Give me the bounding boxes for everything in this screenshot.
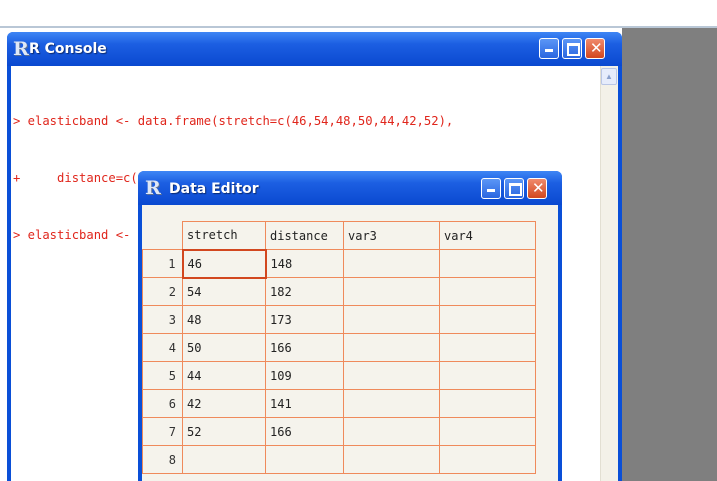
grid-cell[interactable]: [439, 277, 536, 306]
r-logo-icon: R: [13, 38, 29, 60]
r-console-title: R Console: [29, 41, 107, 57]
grid-cell[interactable]: [343, 361, 440, 390]
table-row: 8: [142, 445, 536, 474]
close-button[interactable]: ✕: [527, 178, 547, 199]
grid-cell[interactable]: [439, 389, 536, 418]
grid-cell[interactable]: [439, 333, 536, 362]
column-header[interactable]: distance: [265, 221, 344, 250]
data-editor-title: Data Editor: [169, 181, 259, 197]
grid-cell[interactable]: 50: [182, 333, 266, 362]
grid-cell[interactable]: [343, 389, 440, 418]
grid-cell[interactable]: 141: [265, 389, 344, 418]
table-row: 2 54 182: [142, 277, 536, 306]
grid-cell[interactable]: [343, 305, 440, 334]
grid-cell[interactable]: 182: [265, 277, 344, 306]
row-number[interactable]: 3: [142, 305, 183, 334]
grid-cell[interactable]: 148: [265, 249, 344, 278]
table-row: 5 44 109: [142, 361, 536, 390]
grid-cell[interactable]: [343, 417, 440, 446]
row-number[interactable]: 2: [142, 277, 183, 306]
table-row: 1 46 148: [142, 248, 536, 279]
grid-cell[interactable]: [343, 445, 440, 474]
top-window-strip: [0, 0, 717, 28]
column-header[interactable]: stretch: [182, 221, 266, 250]
grid-cell[interactable]: 166: [265, 333, 344, 362]
grid-cell[interactable]: [265, 445, 344, 474]
close-icon: ✕: [532, 179, 545, 197]
r-console-titlebar[interactable]: R R Console ✕: [7, 32, 622, 66]
table-row: 6 42 141: [142, 389, 536, 418]
maximize-button[interactable]: [562, 38, 582, 59]
column-header[interactable]: var3: [343, 221, 440, 250]
grid-cell[interactable]: [343, 249, 440, 278]
column-header[interactable]: var4: [439, 221, 536, 250]
grid-cell[interactable]: 48: [182, 305, 266, 334]
row-number[interactable]: 8: [142, 445, 183, 474]
close-button[interactable]: ✕: [585, 38, 605, 59]
grid-cell[interactable]: [439, 305, 536, 334]
row-number[interactable]: 1: [142, 249, 183, 278]
data-grid: stretch distance var3 var4 1 46 148 2 54…: [142, 221, 536, 474]
grid-cell[interactable]: 44: [182, 361, 266, 390]
desktop-background: [622, 28, 717, 481]
header-row: stretch distance var3 var4: [142, 221, 536, 250]
grid-cell[interactable]: [439, 445, 536, 474]
minimize-button[interactable]: [539, 38, 559, 59]
data-editor-window: R Data Editor ✕ stretch distance var3 va…: [138, 171, 562, 481]
minimize-button[interactable]: [481, 178, 501, 199]
grid-cell-selected[interactable]: 46: [181, 248, 267, 279]
minimize-icon: [545, 49, 553, 52]
maximize-icon: [567, 43, 580, 56]
grid-cell[interactable]: 173: [265, 305, 344, 334]
grid-corner: [142, 221, 183, 250]
grid-cell[interactable]: 54: [182, 277, 266, 306]
data-editor-titlebar[interactable]: R Data Editor ✕: [138, 171, 562, 205]
table-row: 4 50 166: [142, 333, 536, 362]
grid-cell[interactable]: [343, 277, 440, 306]
grid-cell[interactable]: 52: [182, 417, 266, 446]
console-line: > elasticband <- data.frame(stretch=c(46…: [13, 114, 454, 128]
minimize-icon: [487, 189, 495, 192]
row-number[interactable]: 4: [142, 333, 183, 362]
grid-cell[interactable]: [439, 361, 536, 390]
table-row: 3 48 173: [142, 305, 536, 334]
row-number[interactable]: 7: [142, 417, 183, 446]
table-row: 7 52 166: [142, 417, 536, 446]
close-icon: ✕: [590, 39, 603, 57]
grid-cell[interactable]: 42: [182, 389, 266, 418]
row-number[interactable]: 6: [142, 389, 183, 418]
grid-cell[interactable]: [439, 417, 536, 446]
vertical-scrollbar[interactable]: ▲: [600, 66, 618, 481]
row-number[interactable]: 5: [142, 361, 183, 390]
scroll-up-icon[interactable]: ▲: [601, 68, 617, 85]
grid-cell[interactable]: [343, 333, 440, 362]
r-logo-icon: R: [145, 177, 161, 199]
data-editor-grid-area: stretch distance var3 var4 1 46 148 2 54…: [142, 205, 558, 481]
grid-cell[interactable]: 166: [265, 417, 344, 446]
grid-cell[interactable]: [439, 249, 536, 278]
maximize-icon: [509, 183, 522, 196]
grid-cell[interactable]: [182, 445, 266, 474]
maximize-button[interactable]: [504, 178, 524, 199]
grid-cell[interactable]: 109: [265, 361, 344, 390]
